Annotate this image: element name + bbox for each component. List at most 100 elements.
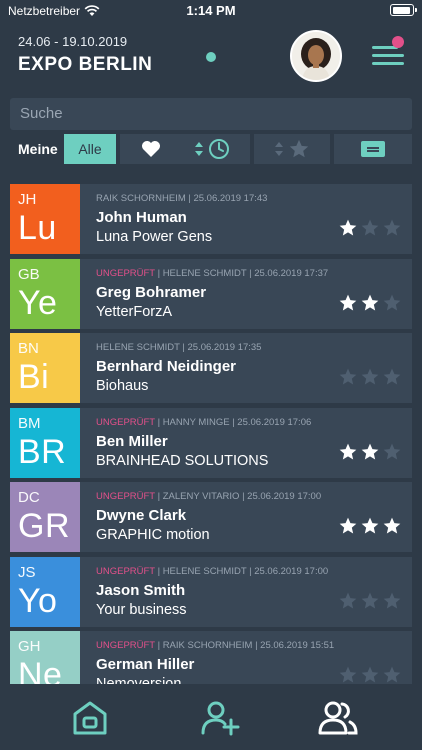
filter-label: Meine — [18, 141, 58, 157]
star-icon — [383, 443, 401, 459]
star-icon — [339, 592, 357, 608]
sort-by-time-button[interactable] — [174, 134, 250, 164]
tab-home[interactable] — [70, 698, 110, 738]
status-bar: Netzbetreiber 1:14 PM — [0, 0, 422, 22]
star-icon — [383, 368, 401, 385]
contact-meta: RAIK SCHORNHEIM | 25.06.2019 17:43 — [96, 193, 267, 204]
rating-stars[interactable] — [338, 516, 402, 536]
sort-by-rating-button[interactable] — [254, 134, 330, 164]
star-icon — [361, 294, 379, 310]
capture-info: | HANNY MINGE | 25.06.2019 17:06 — [154, 416, 312, 428]
company-abbreviation: GR — [18, 507, 70, 545]
contact-name: German Hiller — [96, 656, 195, 673]
company-tile: JH Lu — [10, 184, 80, 254]
contact-card[interactable]: BM BR UNGEPRÜFT | HANNY MINGE | 25.06.2019… — [10, 407, 412, 478]
notification-badge — [392, 36, 404, 48]
company-tile: GB Ye — [10, 258, 80, 329]
search-input[interactable]: Suche — [10, 98, 412, 130]
contact-card[interactable]: JH Lu RAIK SCHORNHEIM | 25.06.2019 17:43 Jo… — [10, 184, 412, 254]
contact-initials: DC — [18, 489, 40, 506]
contact-company: YetterForzA — [96, 303, 173, 320]
event-title: EXPO BERLIN — [18, 54, 153, 75]
users-icon — [318, 701, 358, 735]
star-icon — [361, 368, 379, 385]
contact-company: BRAINHEAD SOLUTIONS — [96, 452, 269, 469]
star-icon — [383, 294, 401, 310]
capture-info: | HELENE SCHMIDT | 25.06.2019 17:00 — [154, 565, 329, 577]
sort-icon — [275, 142, 283, 156]
company-abbreviation: Yo — [18, 581, 58, 620]
star-icon — [289, 139, 309, 158]
rating-stars[interactable] — [338, 218, 402, 238]
star-icon — [383, 666, 401, 683]
contact-card[interactable]: JS Yo UNGEPRÜFT | HELENE SCHMIDT | 25.06.2… — [10, 556, 412, 627]
contact-card[interactable]: GB Ye UNGEPRÜFT | HELENE SCHMIDT | 25.06.2… — [10, 258, 412, 329]
star-icon — [339, 368, 357, 385]
contact-meta: UNGEPRÜFT | HANNY MINGE | 25.06.2019 17:… — [96, 417, 311, 428]
home-icon — [73, 701, 107, 735]
unchecked-flag: UNGEPRÜFT — [96, 491, 155, 502]
contact-meta: UNGEPRÜFT | RAIK SCHORNHEIM | 25.06.2019… — [96, 640, 334, 651]
rating-stars[interactable] — [338, 367, 402, 387]
event-date-range: 24.06 - 19.10.2019 — [18, 34, 128, 49]
contact-name: Greg Bohramer — [96, 283, 207, 301]
contact-card[interactable]: BN Bi HELENE SCHMIDT | 25.06.2019 17:35 Ber… — [10, 333, 412, 403]
tab-add-contact[interactable] — [200, 698, 240, 738]
star-icon — [361, 219, 379, 236]
tab-contacts[interactable] — [318, 698, 358, 738]
company-abbreviation: Ne — [18, 656, 63, 684]
sort-icon — [195, 142, 203, 156]
contact-name: Ben Miller — [96, 432, 168, 450]
tab-bar — [0, 684, 422, 750]
menu-icon-line — [372, 62, 404, 65]
contact-list[interactable]: JH Lu RAIK SCHORNHEIM | 25.06.2019 17:43 Jo… — [10, 184, 412, 684]
capture-info: | RAIK SCHORNHEIM | 25.06.2019 15:51 — [154, 640, 335, 651]
rating-stars[interactable] — [338, 442, 402, 462]
star-icon — [339, 443, 357, 459]
contact-name: Dwyne Clark — [96, 507, 187, 524]
contact-company: Nemoversion — [96, 676, 182, 684]
rating-stars[interactable] — [338, 293, 402, 313]
star-icon — [361, 592, 379, 608]
contact-initials: JH — [18, 191, 37, 208]
contact-initials: BN — [18, 340, 39, 357]
company-abbreviation: BR — [18, 432, 67, 471]
capture-info: | HELENE SCHMIDT | 25.06.2019 17:37 — [154, 267, 329, 279]
contact-card[interactable]: GH Ne UNGEPRÜFT | RAIK SCHORNHEIM | 25.06.… — [10, 631, 412, 684]
sync-indicator — [206, 52, 216, 62]
menu-button[interactable] — [372, 36, 404, 70]
contact-meta: UNGEPRÜFT | HELENE SCHMIDT | 25.06.2019 … — [96, 268, 328, 279]
filter-bar: Meine Alle — [10, 134, 412, 164]
avatar-image — [292, 32, 340, 80]
contact-initials: GB — [18, 265, 40, 283]
capture-info: | ZALENY VITARIO | 25.06.2019 17:00 — [154, 491, 322, 502]
battery-icon — [390, 4, 417, 16]
company-tile: GH Ne — [10, 631, 80, 684]
card-view-button[interactable] — [334, 134, 412, 164]
contact-card[interactable]: DC GR UNGEPRÜFT | ZALENY VITARIO | 25.06.2… — [10, 482, 412, 552]
unchecked-flag: UNGEPRÜFT — [96, 416, 155, 428]
contact-initials: BM — [18, 414, 41, 432]
company-tile: JS Yo — [10, 556, 80, 627]
heart-icon — [142, 141, 160, 157]
company-abbreviation: Ye — [18, 283, 58, 322]
star-icon — [383, 219, 401, 236]
filter-favorites-button[interactable] — [120, 134, 182, 164]
filter-all-button[interactable]: Alle — [64, 134, 116, 164]
star-icon — [339, 219, 357, 236]
avatar[interactable] — [290, 30, 342, 82]
star-icon — [339, 294, 357, 310]
star-icon — [339, 666, 357, 683]
rating-stars[interactable] — [338, 591, 402, 611]
clock-time: 1:14 PM — [186, 3, 236, 18]
rating-stars[interactable] — [338, 665, 402, 684]
company-tile: BM BR — [10, 407, 80, 478]
contact-company: Luna Power Gens — [96, 229, 213, 245]
contact-meta: UNGEPRÜFT | HELENE SCHMIDT | 25.06.2019 … — [96, 566, 328, 577]
contact-meta: UNGEPRÜFT | ZALENY VITARIO | 25.06.2019 … — [96, 491, 321, 502]
card-icon — [361, 141, 385, 157]
star-icon — [361, 443, 379, 459]
contact-company: Biohaus — [96, 378, 149, 394]
unchecked-flag: UNGEPRÜFT — [96, 565, 155, 577]
star-icon — [339, 517, 357, 534]
